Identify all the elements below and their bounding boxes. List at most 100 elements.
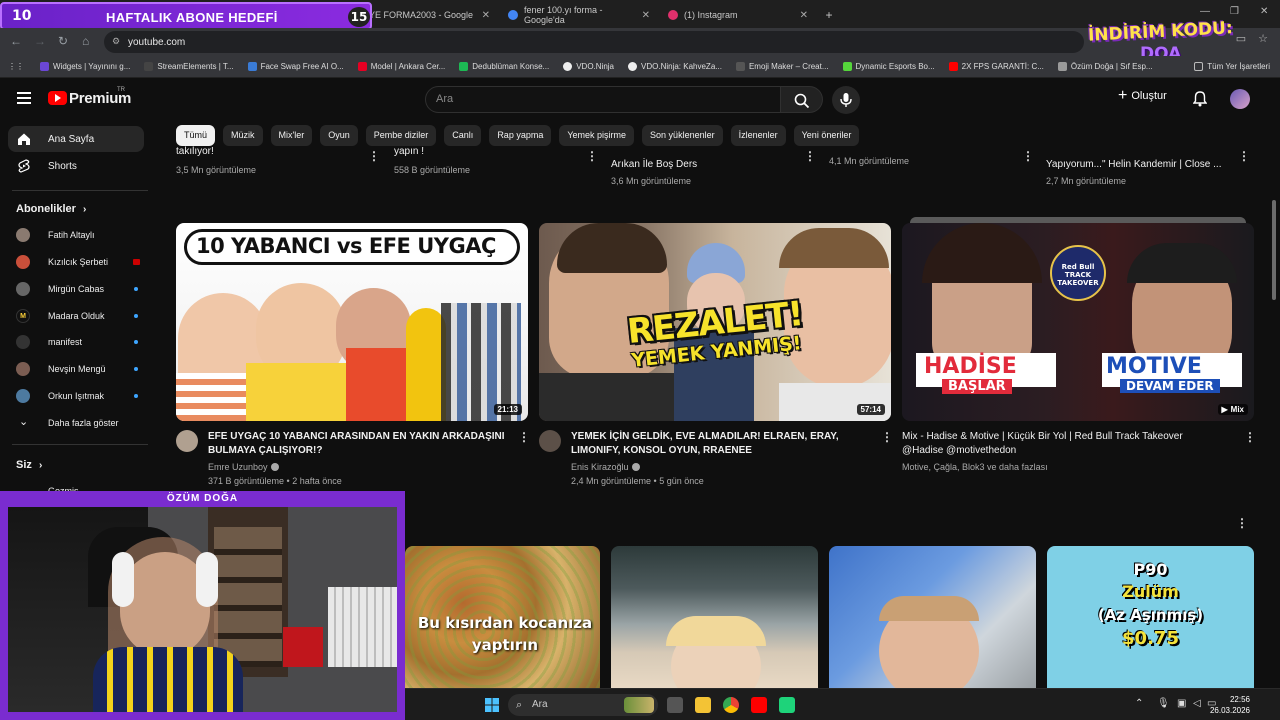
reload-icon[interactable]: ↻ <box>58 34 68 48</box>
back-icon[interactable]: ← <box>10 34 22 48</box>
more-options-icon[interactable]: ⋮ <box>586 149 598 163</box>
bookmark-item[interactable]: Dedublüman Konse... <box>459 62 549 71</box>
apps-icon[interactable]: ⋮⋮ <box>8 62 24 71</box>
close-window-icon[interactable]: ✕ <box>1260 6 1268 17</box>
bookmark-item[interactable]: Face Swap Free AI O... <box>247 62 344 71</box>
video-title[interactable]: EFE UYGAÇ 10 YABANCI ARASINDAN EN YAKIN … <box>208 430 508 458</box>
search-button[interactable] <box>781 86 823 113</box>
channel-name[interactable]: Emre Uzunboy <box>208 462 279 472</box>
windows-start-icon[interactable] <box>485 698 499 712</box>
chip-cooking[interactable]: Yemek pişirme <box>559 125 635 146</box>
channel-avatar[interactable] <box>539 430 561 452</box>
prev-row-item[interactable]: 4,1 Mn görüntüleme <box>829 146 909 166</box>
bookmark-item[interactable]: Özüm Doğa | Sıf Esp... <box>1057 62 1153 71</box>
chip-music[interactable]: Müzik <box>223 125 263 146</box>
network-icon[interactable]: ▣ <box>1177 698 1186 709</box>
youtube-app-icon[interactable] <box>751 697 767 713</box>
browser-tab[interactable]: fener 100.yı forma - Google'da ✕ <box>500 4 658 26</box>
bookmark-item[interactable]: Widgets | Yayınını g... <box>40 62 130 71</box>
task-view-icon[interactable] <box>667 697 683 713</box>
show-more-button[interactable]: ⌄ Daha fazla göster <box>8 411 148 435</box>
sidebar-item-subscription[interactable]: Kızılcık Şerbeti <box>8 250 148 274</box>
voice-search-button[interactable] <box>832 86 860 114</box>
sidebar-item-subscription[interactable]: Fatih Altaylı <box>8 223 148 247</box>
bookmark-item[interactable]: VDO.Ninja <box>563 62 614 71</box>
more-options-icon[interactable]: ⋮ <box>368 149 380 163</box>
chip-recently-uploaded[interactable]: Son yüklenenler <box>642 125 723 146</box>
subscriptions-header[interactable]: Abonelikler › <box>16 203 86 215</box>
bookmark-item[interactable]: Dynamic Esports Bo... <box>842 62 935 71</box>
forward-icon[interactable]: → <box>34 34 46 48</box>
chip-soap-operas[interactable]: Pembe diziler <box>365 125 437 146</box>
chip-live[interactable]: Canlı <box>444 125 482 146</box>
more-options-icon[interactable]: ⋮ <box>1022 149 1034 163</box>
sidebar-item-subscription[interactable]: Mirgün Cabas <box>8 277 148 301</box>
microphone-icon[interactable]: 🎙 <box>1157 698 1170 709</box>
prev-row-item[interactable]: yapın ! 558 B görüntüleme <box>394 146 470 175</box>
video-title[interactable]: Mix - Hadise & Motive | Küçük Bir Yol | … <box>902 430 1232 458</box>
bookmark-item[interactable]: Model | Ankara Cer... <box>357 62 445 71</box>
new-tab-button[interactable]: + <box>820 4 838 26</box>
video-thumbnail[interactable]: Red Bull TRACK TAKEOVER HADİSE BAŞLAR MO… <box>902 223 1254 421</box>
menu-icon[interactable] <box>17 92 31 104</box>
more-options-icon[interactable]: ⋮ <box>804 149 816 163</box>
you-header[interactable]: Siz › <box>16 459 42 471</box>
channel-name[interactable]: Motive, Çağla, Blok3 ve daha fazlası <box>902 462 1048 472</box>
channel-avatar[interactable] <box>176 430 198 452</box>
short-thumbnail[interactable]: Bu kısırdan kocanıza yaptırın <box>405 546 600 688</box>
channel-name[interactable]: Enis Kirazoğlu <box>571 462 640 472</box>
close-icon[interactable]: ✕ <box>642 10 650 21</box>
chip-mixes[interactable]: Mix'ler <box>270 125 313 146</box>
prev-row-item[interactable]: takılıyor! 3,5 Mn görüntüleme <box>176 146 256 175</box>
sidebar-item-subscription[interactable]: M Madara Olduk <box>8 304 148 328</box>
short-thumbnail[interactable]: P90 Zulüm (Az Aşınmış) $0.75 <box>1047 546 1254 688</box>
app-icon[interactable] <box>779 697 795 713</box>
more-options-icon[interactable]: ⋮ <box>881 430 893 444</box>
bookmark-item[interactable]: Emoji Maker – Creat... <box>735 62 829 71</box>
video-thumbnail[interactable]: 10 YABANCI vs EFE UYGAÇ 21:13 <box>176 223 528 421</box>
page-scrollbar[interactable] <box>1272 200 1276 300</box>
more-options-icon[interactable]: ⋮ <box>1236 516 1248 530</box>
short-thumbnail[interactable] <box>829 546 1036 688</box>
maximize-icon[interactable]: ❐ <box>1230 6 1239 17</box>
chip-gaming[interactable]: Oyun <box>320 125 358 146</box>
chrome-icon[interactable] <box>723 697 739 713</box>
taskbar-clock[interactable]: 22:56 26.03.2026 <box>1210 694 1250 716</box>
chip-new-to-you[interactable]: Yeni öneriler <box>793 125 860 146</box>
bookmark-item[interactable]: VDO.Ninja: KahveZa... <box>628 62 722 71</box>
sidebar-item-subscription[interactable]: Orkun Işıtmak <box>8 384 148 408</box>
chip-watched[interactable]: İzlenenler <box>730 125 786 146</box>
sidebar-item-subscription[interactable]: manifest <box>8 330 148 354</box>
create-button[interactable]: + Oluştur <box>1118 88 1167 104</box>
home-icon[interactable]: ⌂ <box>82 34 89 48</box>
all-bookmarks[interactable]: Tüm Yer İşaretleri <box>1194 62 1270 71</box>
close-icon[interactable]: ✕ <box>482 10 490 21</box>
site-info-icon[interactable]: ⚙ <box>112 36 122 48</box>
bookmark-star-icon[interactable]: ☆ <box>1258 32 1268 45</box>
search-input[interactable]: Ara <box>425 86 781 113</box>
sidebar-item-subscription[interactable]: Nevşin Mengü <box>8 357 148 381</box>
more-options-icon[interactable]: ⋮ <box>1238 149 1250 163</box>
bookmark-item[interactable]: 2X FPS GARANTİ: C... <box>948 62 1044 71</box>
file-explorer-icon[interactable] <box>695 697 711 713</box>
video-thumbnail[interactable]: REZALET! YEMEK YANMIŞ! 57:14 <box>539 223 891 421</box>
more-options-icon[interactable]: ⋮ <box>1244 430 1256 444</box>
video-title[interactable]: YEMEK İÇİN GELDİK, EVE ALMADILAR! ELRAEN… <box>571 430 871 458</box>
url-field[interactable]: ⚙ youtube.com <box>104 31 1084 53</box>
minimize-icon[interactable]: — <box>1200 6 1210 17</box>
taskbar-search[interactable]: ⌕ Ara <box>508 694 658 716</box>
more-options-icon[interactable]: ⋮ <box>518 430 530 444</box>
close-icon[interactable]: ✕ <box>800 10 808 21</box>
sidebar-item-home[interactable]: Ana Sayfa <box>8 126 144 152</box>
bookmark-item[interactable]: StreamElements | T... <box>144 62 234 71</box>
account-avatar[interactable] <box>1230 89 1250 109</box>
browser-tab[interactable]: (1) Instagram ✕ <box>660 4 816 26</box>
prev-row-item[interactable]: Yapıyorum..." Helin Kandemir | Close ...… <box>1046 159 1221 186</box>
youtube-logo-icon[interactable] <box>48 91 67 105</box>
short-thumbnail[interactable] <box>611 546 818 688</box>
notifications-bell-icon[interactable] <box>1193 91 1207 107</box>
prev-row-item[interactable]: Arıkan İle Boş Ders 3,6 Mn görüntüleme <box>611 159 697 186</box>
chevron-up-icon[interactable]: ⌃ <box>1135 698 1143 709</box>
cast-icon[interactable]: ▭ <box>1236 32 1246 45</box>
chip-all[interactable]: Tümü <box>176 125 216 146</box>
